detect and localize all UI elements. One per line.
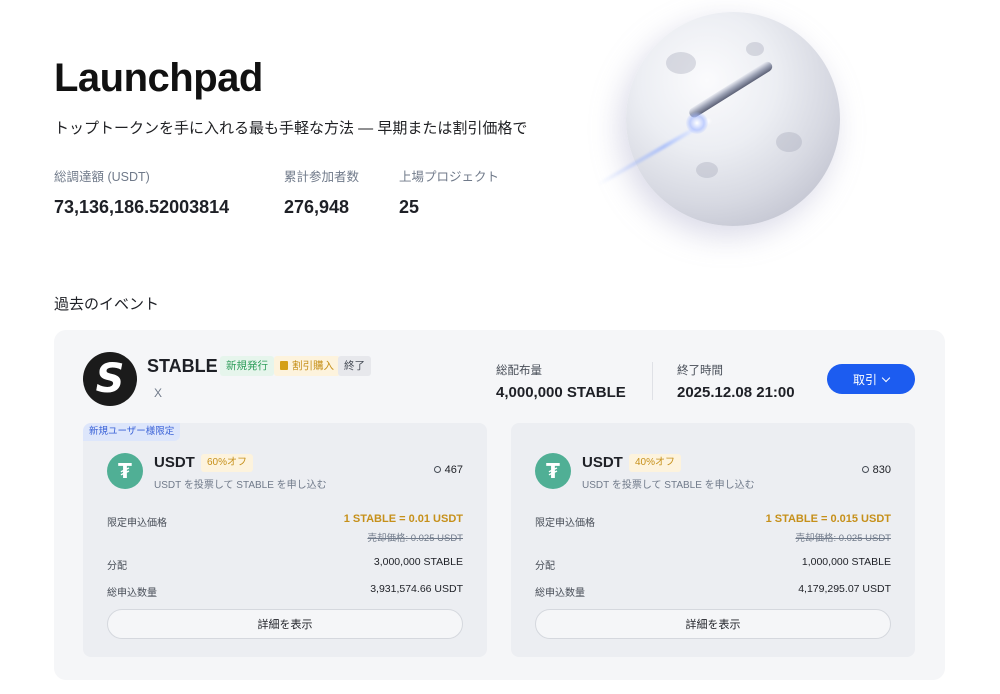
stat-value: 276,948 <box>284 197 350 217</box>
total-subscribed-value: 3,931,574.66 USDT <box>370 583 463 595</box>
total-subscribed-label: 総申込数量 <box>107 588 157 599</box>
stable-s-icon: S <box>95 356 125 402</box>
badge-discount: 割引購入 <box>274 356 340 376</box>
crater-shape <box>696 162 718 178</box>
badge-discount-label: 割引購入 <box>292 360 334 372</box>
pool-name: USDT <box>154 454 195 471</box>
sale-price: 売却価格: 0.025 USDT <box>367 533 463 544</box>
total-subscribed-label: 総申込数量 <box>535 588 585 599</box>
moon-illustration <box>626 12 840 226</box>
view-details-button[interactable]: 詳細を表示 <box>107 609 463 639</box>
stat-value: 73,136,186.52003814 <box>54 197 230 217</box>
stat-participants: 累計参加者数 276,948 <box>284 166 359 218</box>
end-time: 終了時間 2025.12.08 21:00 <box>677 362 795 401</box>
pool-name: USDT <box>582 454 623 471</box>
tether-t-icon: ₮ <box>546 459 560 483</box>
view-details-button[interactable]: 詳細を表示 <box>535 609 891 639</box>
discount-badge: 40%オフ <box>629 454 682 472</box>
divider <box>652 362 653 400</box>
stable-token-logo: S <box>83 352 137 406</box>
trade-button-label: 取引 <box>852 372 877 387</box>
stat-value: 25 <box>399 197 420 217</box>
price-value: 1 STABLE = 0.015 USDT 売却価格: 0.025 USDT <box>766 513 891 544</box>
limited-price: 1 STABLE = 0.015 USDT <box>765 513 891 525</box>
sale-price: 売却価格: 0.025 USDT <box>795 533 891 544</box>
total-supply-value: 4,000,000 STABLE <box>496 384 626 401</box>
allocation-value: 1,000,000 STABLE <box>801 556 891 568</box>
discount-badge: 60%オフ <box>201 454 254 472</box>
badge-ended: 終了 <box>338 356 371 376</box>
allocation-value: 3,000,000 STABLE <box>373 556 463 568</box>
participant-count: 467 <box>433 464 463 476</box>
end-time-label: 終了時間 <box>677 365 723 377</box>
stat-label: 上場プロジェクト <box>399 170 500 184</box>
stat-label: 累計参加者数 <box>284 170 360 184</box>
discount-icon <box>280 361 288 370</box>
page-title: Launchpad <box>54 56 263 100</box>
trade-button[interactable]: 取引 <box>827 364 915 394</box>
launchpad-page: Launchpad トップトークンを手に入れる最も手軽な方法 — 早期または割引… <box>0 0 1000 694</box>
price-label: 限定申込価格 <box>535 518 595 529</box>
crater-shape <box>746 42 764 56</box>
user-icon <box>861 466 869 473</box>
limited-price: 1 STABLE = 0.01 USDT <box>343 513 463 525</box>
pool-description: USDT を投票して STABLE を申し込む <box>154 480 327 491</box>
rocket-glow <box>686 112 708 134</box>
price-value: 1 STABLE = 0.01 USDT 売却価格: 0.025 USDT <box>344 513 463 544</box>
crater-shape <box>666 52 696 74</box>
token-name: STABLE <box>147 356 218 376</box>
stat-total-raised: 総調達額 (USDT) 73,136,186.52003814 <box>54 166 229 218</box>
stat-label: 総調達額 (USDT) <box>54 170 150 184</box>
total-subscribed-value: 4,179,295.07 USDT <box>798 583 891 595</box>
participant-count-value: 830 <box>872 464 891 476</box>
pool-card: ₮ USDT 40%オフ USDT を投票して STABLE を申し込む 830… <box>511 423 915 657</box>
chevron-down-icon <box>881 373 891 382</box>
participant-count: 830 <box>861 464 891 476</box>
usdt-icon: ₮ <box>107 453 143 489</box>
new-user-tag: 新規ユーザー様限定 <box>83 423 181 441</box>
x-social-icon[interactable]: X <box>154 386 162 400</box>
end-time-value: 2025.12.08 21:00 <box>677 384 795 401</box>
crater-shape <box>776 132 802 152</box>
allocation-label: 分配 <box>107 561 127 572</box>
allocation-label: 分配 <box>535 561 555 572</box>
section-title: 過去のイベント <box>54 296 160 313</box>
pool-card: 新規ユーザー様限定 ₮ USDT 60%オフ USDT を投票して STABLE… <box>83 423 487 657</box>
badge-new-issue: 新規発行 <box>220 356 274 376</box>
total-supply-label: 総配布量 <box>496 365 542 377</box>
page-subtitle: トップトークンを手に入れる最も手軽な方法 — 早期または割引価格で <box>54 120 528 137</box>
pool-description: USDT を投票して STABLE を申し込む <box>582 480 755 491</box>
user-icon <box>433 466 441 473</box>
participant-count-value: 467 <box>444 464 463 476</box>
price-label: 限定申込価格 <box>107 518 167 529</box>
usdt-icon: ₮ <box>535 453 571 489</box>
stat-projects: 上場プロジェクト 25 <box>399 166 499 218</box>
event-card: S STABLE 新規発行 割引購入 終了 X 総配布量 4,000,000 S… <box>54 330 945 680</box>
total-supply: 総配布量 4,000,000 STABLE <box>496 362 626 401</box>
tether-t-icon: ₮ <box>118 459 132 483</box>
